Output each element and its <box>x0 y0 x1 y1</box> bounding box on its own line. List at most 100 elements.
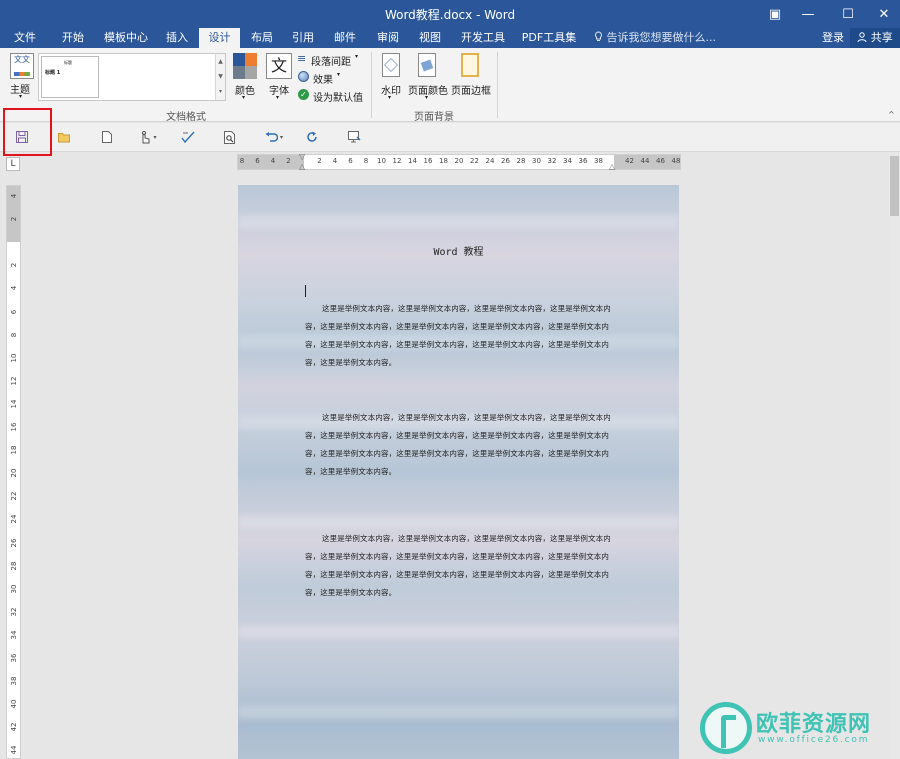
ruler-tick-label: 8 <box>10 332 18 337</box>
redo-button[interactable] <box>302 127 322 147</box>
paragraph-spacing-button[interactable]: ≡ 段落间距 ▾ <box>297 52 361 68</box>
tab-design[interactable]: 设计 <box>199 28 240 48</box>
style-set-thumbnail[interactable]: 标题 标题 1 <box>41 56 99 98</box>
touch-mode-button[interactable]: ▾ <box>134 127 162 147</box>
theme-icon: 文文 <box>10 53 34 79</box>
chevron-down-icon: ▾ <box>153 133 157 141</box>
tab-mailings[interactable]: 邮件 <box>326 28 364 48</box>
tab-pdf-tools[interactable]: PDF工具集 <box>517 28 581 48</box>
ruler-tick-label: 38 <box>10 676 18 686</box>
spelling-button[interactable] <box>178 127 198 147</box>
new-button[interactable] <box>97 127 117 147</box>
ruler-tick-label: 34 <box>10 630 18 640</box>
group-label-document-format: 文档格式 <box>166 112 206 123</box>
theme-button[interactable]: 文文 主题 ▾ <box>6 51 36 105</box>
ribbon-display-options-button[interactable]: ▣ <box>757 0 793 28</box>
bg-streak <box>238 515 679 529</box>
tab-developer[interactable]: 开发工具 <box>455 28 511 48</box>
vertical-scrollbar[interactable] <box>889 152 900 759</box>
open-button[interactable] <box>55 127 75 147</box>
tab-view[interactable]: 视图 <box>411 28 449 48</box>
right-indent-marker[interactable]: △ <box>609 162 615 171</box>
gallery-up-icon[interactable]: ▲ <box>216 54 225 69</box>
tab-layout[interactable]: 布局 <box>243 28 281 48</box>
ruler-tick-label: 20 <box>454 157 464 165</box>
gallery-more-icon[interactable]: ▾ <box>216 84 225 99</box>
touch-hand-icon <box>142 130 150 143</box>
style-set-gallery[interactable]: 标题 标题 1 ▲ ▼ ▾ <box>38 53 226 101</box>
ruler-tick-label: 28 <box>516 157 526 165</box>
colors-button[interactable]: 颜色 ▾ <box>230 52 260 106</box>
tell-me-box[interactable]: 告诉我您想要做什么... <box>594 28 716 48</box>
tab-selector[interactable]: L <box>6 157 20 171</box>
ruler-tick-label: 18 <box>10 445 18 455</box>
set-as-default-button[interactable]: ✓ 设为默认值 <box>297 88 367 104</box>
collapse-ribbon-icon[interactable]: ^ <box>888 110 895 119</box>
screen-button[interactable] <box>344 127 364 147</box>
undo-button[interactable]: ▾ <box>260 127 288 147</box>
screen-icon <box>347 131 360 143</box>
ruler-tick-label: 12 <box>10 376 18 386</box>
tab-review[interactable]: 审阅 <box>369 28 407 48</box>
tab-file[interactable]: 文件 <box>6 28 44 48</box>
horizontal-ruler[interactable]: 8 6 4 2 2 4 6 8 10 12 14 16 18 20 22 24 26 28 30 32 34 36 38 42… <box>237 152 681 171</box>
ruler-tick-label: 2 <box>317 157 322 165</box>
ribbon-tab-bar: 文件 开始 模板中心 插入 设计 布局 引用 邮件 审阅 视图 开发工具 PDF… <box>0 28 900 48</box>
document-page[interactable]: Word 教程 这里是举例文本内容，这里是举例文本内容，这里是举例文本内容，这里… <box>238 185 679 759</box>
ruler-tick-label: 6 <box>255 157 260 165</box>
minimize-button[interactable]: — <box>790 0 826 28</box>
chevron-down-icon: ▾ <box>355 53 359 60</box>
person-icon <box>857 31 871 44</box>
sign-in-link[interactable]: 登录 <box>822 28 844 47</box>
spelling-check-icon <box>181 131 195 143</box>
gallery-scroll[interactable]: ▲ ▼ ▾ <box>215 54 225 100</box>
maximize-button[interactable]: ☐ <box>830 0 866 28</box>
paint-bucket-icon <box>418 53 436 77</box>
gallery-down-icon[interactable]: ▼ <box>216 69 225 84</box>
chevron-down-icon: ▾ <box>279 133 283 141</box>
watermark-button[interactable]: 水印 ▾ <box>378 52 404 106</box>
tab-insert[interactable]: 插入 <box>158 28 196 48</box>
document-paragraph: 这里是举例文本内容，这里是举例文本内容，这里是举例文本内容，这里是举例文本内容，… <box>305 534 611 597</box>
quick-access-toolbar: ▾ ▾ <box>0 123 900 152</box>
redo-icon <box>307 131 317 142</box>
ruler-tick-label: 44 <box>10 745 18 755</box>
ruler-tick-label: 26 <box>10 538 18 547</box>
folder-open-icon <box>58 132 70 142</box>
ruler-tick-label: 28 <box>10 561 18 571</box>
scrollbar-thumb[interactable] <box>890 156 899 216</box>
ruler-tick-label: 12 <box>392 157 402 165</box>
undo-icon <box>265 131 278 142</box>
ruler-tick-label: 2 <box>10 263 18 268</box>
tab-home[interactable]: 开始 <box>54 28 92 48</box>
ruler-tick-label: 38 <box>594 157 603 165</box>
tab-template-center[interactable]: 模板中心 <box>100 28 152 48</box>
ruler-tick-label: 4 <box>10 193 18 199</box>
close-button[interactable]: ✕ <box>866 0 900 28</box>
ruler-tick-label: 22 <box>470 157 479 165</box>
ruler-tick-label: 14 <box>10 399 18 409</box>
first-line-indent-marker[interactable]: ▽ <box>299 152 305 161</box>
watermark-logo-icon <box>700 702 752 754</box>
page-border-icon <box>461 53 479 77</box>
page-borders-button[interactable]: 页面边框 <box>451 52 491 106</box>
check-circle-icon: ✓ <box>298 89 309 100</box>
vertical-ruler[interactable]: 4 2 2 4 6 8 10 12 14 16 18 20 22 24 26 28 30 32 34 36 38 40 42… <box>6 185 21 759</box>
bg-streak <box>238 215 679 229</box>
page-color-button[interactable]: 页面颜色 ▾ <box>408 52 448 106</box>
group-separator <box>371 52 372 118</box>
bg-streak <box>238 625 679 639</box>
close-icon: ✕ <box>878 6 890 22</box>
group-separator <box>497 52 498 118</box>
effects-button[interactable]: 效果 ▾ <box>297 70 361 86</box>
hanging-indent-marker[interactable]: △ <box>299 162 305 171</box>
tab-references[interactable]: 引用 <box>284 28 322 48</box>
ruler-tick-label: 2 <box>10 216 18 222</box>
ruler-tick-label: 30 <box>10 584 18 594</box>
ruler-tick-label: 2 <box>286 157 291 165</box>
ruler-tick-label: 30 <box>532 157 541 165</box>
document-paragraph: 这里是举例文本内容，这里是举例文本内容，这里是举例文本内容，这里是举例文本内容，… <box>305 304 611 367</box>
fonts-button[interactable]: 文 字体 ▾ <box>264 52 294 106</box>
share-button[interactable]: 共享 <box>850 28 900 48</box>
print-preview-button[interactable] <box>220 127 240 147</box>
